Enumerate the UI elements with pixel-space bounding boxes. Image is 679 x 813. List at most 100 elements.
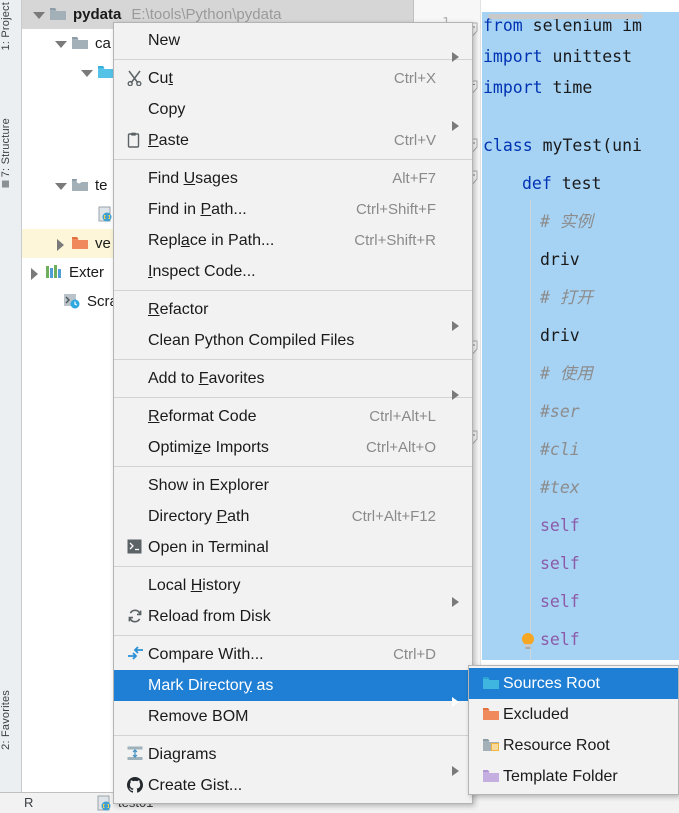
no-chevron-icon	[78, 200, 95, 229]
menu-item-copy[interactable]: Copy	[114, 94, 472, 131]
menu-item-refactor[interactable]: Refactor	[114, 294, 472, 331]
chevron-down-icon[interactable]	[52, 171, 69, 200]
scratches-icon	[61, 293, 83, 311]
code-line: #tex	[540, 478, 580, 497]
menu-icon-placeholder	[114, 25, 148, 56]
menu-icon-placeholder	[114, 401, 148, 432]
submenu-item-template-folder[interactable]: Template Folder	[469, 761, 678, 792]
menu-item-local-history[interactable]: Local History	[114, 570, 472, 607]
tool-window-project-label: 1: Project	[0, 2, 12, 51]
menu-item-shortcut: Ctrl+Shift+R	[354, 232, 436, 249]
menu-item-shortcut: Alt+F7	[392, 170, 436, 187]
code-line: # 使用	[540, 364, 593, 383]
menu-item-reformat-code[interactable]: Reformat Code Ctrl+Alt+L	[114, 401, 472, 432]
tree-item-label: Exter	[69, 264, 105, 281]
menu-item-clean-python-compiled-files[interactable]: Clean Python Compiled Files	[114, 325, 472, 356]
github-icon	[114, 770, 148, 801]
folder-template-icon	[469, 761, 503, 792]
menu-item-label: Reload from Disk	[148, 607, 271, 625]
menu-icon-placeholder	[114, 94, 148, 125]
chevron-right-icon[interactable]	[26, 258, 43, 287]
menu-item-diagrams[interactable]: Diagrams	[114, 739, 472, 776]
refresh-icon	[114, 601, 148, 632]
code-line: import unittest	[483, 47, 633, 66]
context-menu[interactable]: New Cut Ctrl+X Copy Paste Ctrl+V Find Us…	[113, 22, 473, 804]
menu-item-mark-directory-as[interactable]: Mark Directory as	[114, 670, 472, 707]
menu-item-replace-in-path[interactable]: Replace in Path... Ctrl+Shift+R	[114, 225, 472, 256]
menu-icon-placeholder	[114, 470, 148, 501]
code-line: driv	[540, 326, 580, 345]
clipboard-icon	[114, 125, 148, 156]
submenu-item-label: Template Folder	[503, 767, 618, 785]
menu-separator	[114, 59, 472, 60]
chevron-down-icon[interactable]	[78, 58, 95, 87]
menu-item-remove-bom[interactable]: Remove BOM	[114, 701, 472, 732]
menu-item-find-usages[interactable]: Find Usages Alt+F7	[114, 163, 472, 194]
menu-item-label: Compare With...	[148, 645, 264, 663]
menu-separator	[114, 159, 472, 160]
diagram-icon	[114, 739, 148, 770]
folder-excluded-icon	[69, 235, 91, 253]
menu-item-compare-with[interactable]: Compare With... Ctrl+D	[114, 639, 472, 670]
menu-item-label: Mark Directory as	[148, 676, 274, 694]
folder-excluded-icon	[469, 699, 503, 730]
tool-window-project[interactable]: 1: Project	[0, 2, 22, 50]
menu-item-paste[interactable]: Paste Ctrl+V	[114, 125, 472, 156]
menu-item-cut[interactable]: Cut Ctrl+X	[114, 63, 472, 94]
chevron-down-icon[interactable]	[52, 29, 69, 58]
menu-item-reload-from-disk[interactable]: Reload from Disk	[114, 601, 472, 632]
menu-item-label: Local History	[148, 576, 241, 594]
left-tool-window-strip: 1: Project 7: Structure 2: Favorites	[0, 0, 22, 813]
menu-icon-placeholder	[114, 501, 148, 532]
menu-icon-placeholder	[114, 294, 148, 325]
code-line: driv	[540, 250, 580, 269]
folder-source-icon	[69, 177, 91, 195]
menu-item-open-in-terminal[interactable]: Open in Terminal	[114, 532, 472, 563]
tool-window-structure[interactable]: 7: Structure	[0, 118, 22, 191]
chevron-down-icon[interactable]	[30, 0, 47, 29]
menu-separator	[114, 466, 472, 467]
code-line: self	[540, 554, 580, 573]
submenu-item-resource-root[interactable]: Resource Root	[469, 730, 678, 761]
submenu-item-sources-root[interactable]: Sources Root	[469, 668, 678, 699]
menu-icon-placeholder	[114, 570, 148, 601]
menu-item-shortcut: Ctrl+Alt+L	[369, 408, 436, 425]
menu-separator	[114, 566, 472, 567]
menu-item-new[interactable]: New	[114, 25, 472, 62]
submenu-item-label: Excluded	[503, 705, 569, 723]
menu-item-add-to-favorites[interactable]: Add to Favorites	[114, 363, 472, 400]
code-line: # 打开	[540, 288, 593, 307]
folder-grey-icon	[69, 35, 91, 53]
bottom-run-label[interactable]: R	[24, 795, 33, 810]
menu-item-create-gist[interactable]: Create Gist...	[114, 770, 472, 801]
intention-bulb-icon[interactable]	[520, 632, 536, 650]
menu-item-find-in-path[interactable]: Find in Path... Ctrl+Shift+F	[114, 194, 472, 225]
tree-item-label: ve	[95, 235, 111, 252]
menu-item-inspect-code[interactable]: Inspect Code...	[114, 256, 472, 287]
menu-item-directory-path[interactable]: Directory Path Ctrl+Alt+F12	[114, 501, 472, 532]
code-line: class myTest(uni	[483, 136, 642, 155]
submenu-item-excluded[interactable]: Excluded	[469, 699, 678, 730]
scissors-icon	[114, 63, 148, 94]
menu-icon-placeholder	[114, 701, 148, 732]
code-line: self	[540, 516, 580, 535]
chevron-right-icon[interactable]	[52, 229, 69, 258]
terminal-icon	[114, 532, 148, 563]
tree-item-label: ca	[95, 35, 111, 52]
menu-item-label: Show in Explorer	[148, 476, 269, 494]
tool-window-favorites[interactable]: 2: Favorites	[0, 690, 22, 750]
menu-item-shortcut: Ctrl+V	[393, 132, 436, 149]
tree-item-path: E:\tools\Python\pydata	[131, 6, 282, 23]
menu-item-optimize-imports[interactable]: Optimize Imports Ctrl+Alt+O	[114, 432, 472, 463]
menu-item-label: Add to Favorites	[148, 369, 265, 387]
menu-separator	[114, 290, 472, 291]
tool-window-structure-label: 7: Structure	[0, 118, 12, 178]
menu-item-label: Copy	[148, 100, 186, 118]
menu-item-show-in-explorer[interactable]: Show in Explorer	[114, 470, 472, 501]
tree-item-label: te	[95, 177, 108, 194]
mark-directory-as-submenu[interactable]: Sources Root Excluded Resource Root Temp…	[468, 665, 679, 795]
editor-horizontal-scrollbar[interactable]	[488, 14, 643, 19]
menu-icon-placeholder	[114, 194, 148, 225]
menu-item-label: Inspect Code...	[148, 262, 256, 280]
menu-item-label: Optimize Imports	[148, 438, 269, 456]
